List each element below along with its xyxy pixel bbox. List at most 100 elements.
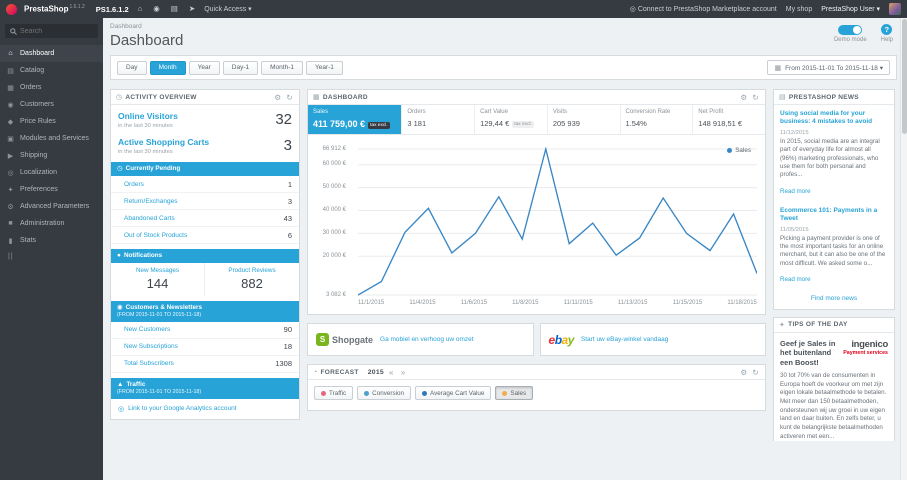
x-axis-tick: 11/18/2015: [727, 300, 757, 306]
filter-day-1-button[interactable]: Day-1: [222, 60, 259, 75]
tips-heading: Geef je Sales in het buitenland een Boos…: [780, 338, 836, 367]
next-year-icon[interactable]: »: [399, 368, 408, 377]
kpi-net-profit[interactable]: Net Profit 148 918,51 €: [693, 105, 765, 134]
total-subscribers-row[interactable]: Total Subscribers 1308: [111, 356, 299, 373]
product-reviews-cell[interactable]: Product Reviews 882: [205, 263, 299, 296]
sidebar-item-stats[interactable]: ▮ Stats: [0, 232, 103, 249]
home-icon: ⌂: [8, 50, 13, 57]
out-of-stock-row[interactable]: Out of Stock Products 6: [111, 227, 299, 245]
forecast-year[interactable]: 2015: [368, 369, 384, 376]
filter-year-1-button[interactable]: Year-1: [305, 60, 343, 75]
y-axis-tick: 66 912 €: [322, 145, 346, 152]
sidebar-search[interactable]: [5, 24, 98, 38]
panel-refresh-icon[interactable]: ↻: [751, 93, 760, 102]
customers-icon: ◉: [7, 101, 14, 109]
filter-month-button[interactable]: Month: [149, 60, 186, 75]
filter-year-button[interactable]: Year: [188, 60, 220, 75]
page-scrollbar[interactable]: [900, 18, 907, 480]
news-panel-header: ▤ PRESTASHOP NEWS: [774, 90, 894, 105]
sidebar-item-orders[interactable]: ▦ Orders: [0, 79, 103, 96]
sidebar-item-localization[interactable]: ◎ Localization: [0, 164, 103, 181]
traffic-dot-icon: [321, 390, 326, 396]
sidebar-item-preferences[interactable]: ✦ Preferences: [0, 181, 103, 198]
date-range-picker[interactable]: ▦ From 2015-11-01 To 2015-11-18 ▾: [767, 60, 890, 75]
sidebar-item-advanced-parameters[interactable]: ⚙ Advanced Parameters: [0, 198, 103, 215]
customers-icon[interactable]: ◉: [151, 0, 162, 18]
read-more-link[interactable]: Read more: [780, 188, 811, 195]
my-shop-link[interactable]: My shop: [786, 6, 812, 13]
sidebar-collapse-button[interactable]: ||: [0, 253, 103, 260]
google-analytics-link[interactable]: ◎ Link to your Google Analytics account: [111, 399, 299, 419]
shop-icon[interactable]: ⌂: [136, 0, 145, 18]
forecast-sales-button[interactable]: Sales: [495, 386, 534, 400]
marketplace-link[interactable]: ◎ Connect to PrestaShop Marketplace acco…: [630, 5, 777, 13]
chart-plot-area[interactable]: Sales: [358, 147, 757, 297]
demo-mode-toggle[interactable]: [838, 25, 863, 35]
shop-name[interactable]: PS1.6.1.2: [96, 5, 129, 14]
forecast-metric-buttons: Traffic Conversion Average Cart Value Sa…: [308, 380, 765, 410]
new-customers-row[interactable]: New Customers 90: [111, 322, 299, 339]
kpi-cart-value[interactable]: Cart Value 129,44 € tax excl.: [475, 105, 548, 134]
forecast-traffic-button[interactable]: Traffic: [314, 386, 354, 400]
abandoned-carts-row[interactable]: Abandoned Carts 43: [111, 210, 299, 228]
breadcrumb[interactable]: Dashboard: [110, 23, 183, 30]
panel-refresh-icon[interactable]: ↻: [751, 368, 760, 377]
sidebar-item-price-rules[interactable]: ◆ Price Rules: [0, 113, 103, 130]
prestashop-logo-icon: [6, 3, 17, 15]
kpi-conversion-rate[interactable]: Conversion Rate 1.54%: [621, 105, 694, 134]
scrollbar-thumb[interactable]: [902, 19, 907, 134]
new-messages-cell[interactable]: New Messages 144: [111, 263, 205, 297]
sidebar-item-dashboard[interactable]: ⌂ Dashboard: [0, 45, 103, 62]
dashboard-panel: ▦ DASHBOARD ⚙ ↻ Sales 411 759,00 € tax ex…: [307, 89, 766, 315]
sidebar-item-modules[interactable]: ▣ Modules and Services: [0, 130, 103, 147]
main-content: Dashboard Dashboard Demo mode ? Help Day…: [103, 18, 900, 480]
quick-access-menu[interactable]: Quick Access ▾: [204, 5, 251, 13]
demo-mode-control: Demo mode: [834, 23, 867, 43]
pending-returns-row[interactable]: Return/Exchanges 3: [111, 193, 299, 211]
news-item-title[interactable]: Ecommerce 101: Payments in a Tweet: [780, 207, 888, 224]
shipping-icon: ▶: [7, 152, 14, 160]
sidebar-item-customers[interactable]: ◉ Customers: [0, 96, 103, 113]
help-button[interactable]: ?: [881, 24, 893, 35]
panel-refresh-icon[interactable]: ↻: [285, 93, 294, 102]
chart-legend[interactable]: Sales: [727, 147, 751, 154]
news-item-title[interactable]: Using social media for your business: 4 …: [780, 110, 888, 127]
ebay-promo-link[interactable]: Start uw eBay-winkel vandaag: [581, 336, 668, 343]
new-subscriptions-row[interactable]: New Subscriptions 18: [111, 339, 299, 356]
average-cart-value-dot-icon: [422, 390, 428, 396]
search-input[interactable]: [20, 27, 93, 35]
filter-day-button[interactable]: Day: [117, 60, 147, 75]
previous-year-icon[interactable]: «: [387, 368, 396, 377]
price-rules-icon: ◆: [7, 118, 14, 126]
advanced-parameters-icon: ⚙: [7, 203, 14, 211]
rocket-icon[interactable]: ➤: [187, 0, 197, 18]
panel-settings-icon[interactable]: ⚙: [739, 93, 748, 102]
y-axis-tick: 50 000 €: [322, 184, 346, 191]
filter-month-1-button[interactable]: Month-1: [261, 60, 303, 75]
shopgate-promo: S Shopgate Ga mobiel en verhoog uw omzet: [307, 323, 534, 356]
forecast-average-cart-value-button[interactable]: Average Cart Value: [415, 386, 492, 400]
panel-settings-icon[interactable]: ⚙: [273, 93, 282, 102]
shopgate-promo-link[interactable]: Ga mobiel en verhoog uw omzet: [380, 336, 474, 343]
find-more-news-link[interactable]: Find more news: [774, 290, 894, 309]
sidebar-item-catalog[interactable]: ▤ Catalog: [0, 62, 103, 79]
link-icon: ◎: [118, 405, 125, 413]
sales-line-chart-svg: [358, 147, 757, 296]
user-avatar[interactable]: [889, 3, 901, 15]
pending-orders-row[interactable]: Orders 1: [111, 176, 299, 194]
dashboard-icon: ▦: [313, 94, 320, 101]
kpi-sales[interactable]: Sales 411 759,00 € tax excl.: [308, 105, 403, 134]
kpi-orders[interactable]: Orders 3 181: [402, 105, 476, 134]
forecast-conversion-button[interactable]: Conversion: [357, 386, 412, 400]
user-menu[interactable]: PrestaShop User ▾: [821, 5, 880, 13]
catalog-shortcut-icon[interactable]: ▤: [169, 0, 180, 18]
forecast-panel: ◔ FORECAST 2015 « » ⚙ ↻ Traffic Conversi…: [307, 364, 766, 411]
ebay-logo-icon: ebay: [548, 332, 575, 347]
brand-name: PrestaShop1.6.1.2: [24, 4, 85, 14]
kpi-visits[interactable]: Visits 205 939: [548, 105, 621, 134]
sidebar-item-shipping[interactable]: ▶ Shipping: [0, 147, 103, 164]
read-more-link[interactable]: Read more: [780, 276, 811, 283]
dashboard-columns: ◷ ACTIVITY OVERVIEW ⚙ ↻ Online Visitors …: [110, 89, 897, 441]
panel-settings-icon[interactable]: ⚙: [739, 368, 748, 377]
sidebar-item-administration[interactable]: ■ Administration: [0, 215, 103, 232]
